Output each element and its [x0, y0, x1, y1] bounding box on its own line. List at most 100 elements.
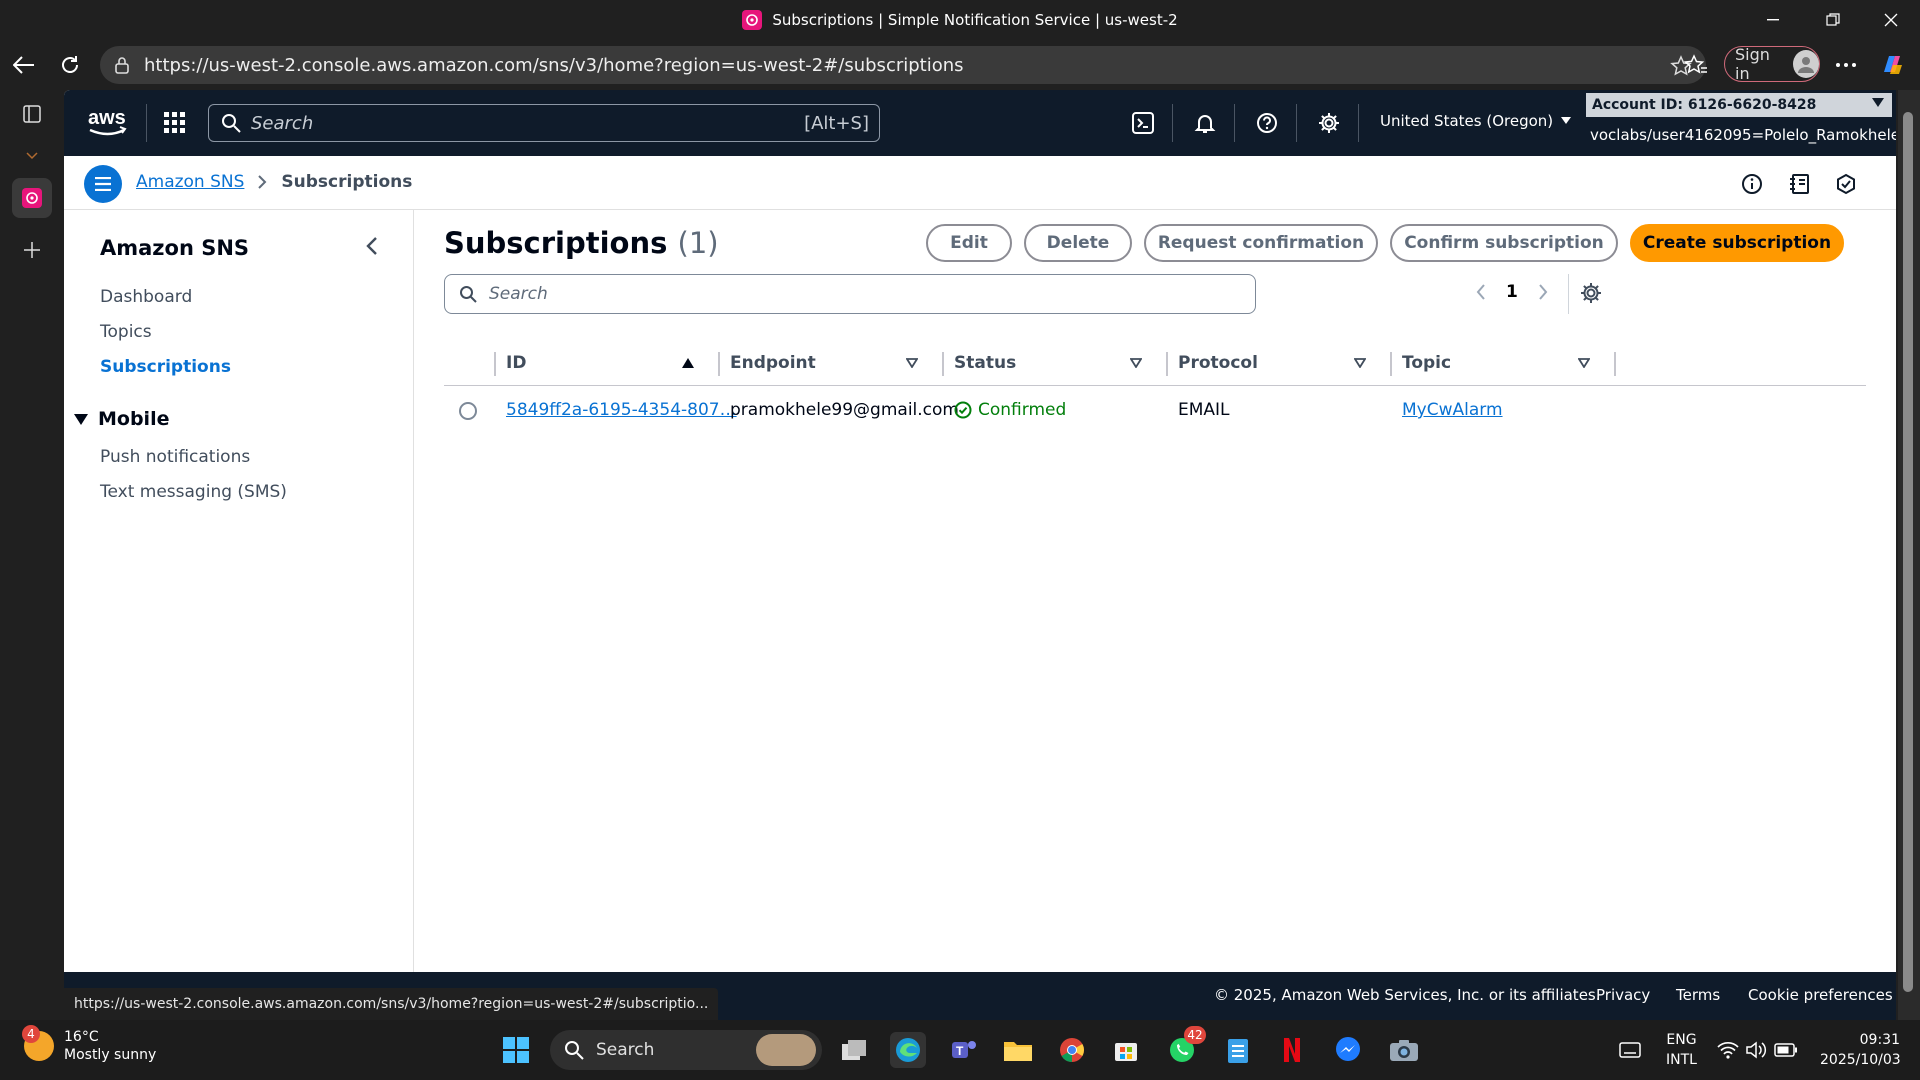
weather-widget[interactable]: 4 16°C Mostly sunny: [22, 1025, 156, 1064]
netflix-icon[interactable]: [1274, 1032, 1310, 1068]
chevron-right-icon: [258, 175, 267, 189]
close-window-button[interactable]: [1862, 0, 1920, 40]
file-explorer-icon[interactable]: [1000, 1032, 1036, 1068]
notepad-icon[interactable]: [1220, 1032, 1256, 1068]
sign-in-label: Sign in: [1735, 45, 1770, 83]
sidenav-section-mobile[interactable]: Mobile: [74, 408, 169, 430]
address-bar[interactable]: https://us-west-2.console.aws.amazon.com…: [100, 46, 1706, 84]
scrollbar-thumb[interactable]: [1903, 112, 1913, 992]
footer-link-cookie-preferences[interactable]: Cookie preferences: [1748, 986, 1893, 1004]
teams-icon[interactable]: T: [946, 1032, 982, 1068]
header-divider: [1358, 104, 1359, 142]
sidenav-item-dashboard[interactable]: Dashboard: [100, 287, 192, 307]
current-page-number[interactable]: 1: [1506, 282, 1518, 302]
minimize-button[interactable]: [1744, 0, 1802, 40]
topic-link[interactable]: MyCwAlarm: [1402, 386, 1503, 434]
microsoft-store-icon[interactable]: [1108, 1032, 1144, 1068]
region-selector[interactable]: United States (Oregon): [1380, 112, 1572, 130]
caret-down-icon: [1561, 117, 1572, 124]
camera-icon[interactable]: [1386, 1032, 1422, 1068]
chevron-down-icon[interactable]: [12, 136, 52, 176]
cloudshell-icon[interactable]: [1128, 108, 1158, 138]
account-menu[interactable]: Account ID: 6126-6620-8428: [1586, 93, 1892, 117]
feedback-icon[interactable]: [1832, 170, 1860, 198]
edit-button[interactable]: Edit: [926, 224, 1012, 262]
sign-in-button[interactable]: Sign in: [1724, 45, 1820, 83]
edge-browser-icon[interactable]: [890, 1032, 926, 1068]
sort-caret-down-icon[interactable]: [1578, 358, 1590, 368]
aws-search-input[interactable]: Search [Alt+S]: [208, 104, 880, 142]
row-select-radio[interactable]: [459, 402, 477, 420]
column-header-topic[interactable]: Topic: [1402, 340, 1451, 386]
notifications-bell-icon[interactable]: [1190, 108, 1220, 138]
request-confirmation-button[interactable]: Request confirmation: [1144, 224, 1378, 262]
sidenav-title[interactable]: Amazon SNS: [100, 236, 249, 260]
subscription-id-link[interactable]: 5849ff2a-6195-4354-807…: [506, 386, 737, 434]
settings-gear-icon[interactable]: [1314, 108, 1344, 138]
page-scrollbar[interactable]: [1898, 90, 1920, 1020]
collapse-nav-chevron-left-icon[interactable]: [366, 236, 378, 256]
column-header-protocol[interactable]: Protocol: [1178, 340, 1258, 386]
tab-actions-icon[interactable]: [12, 94, 52, 134]
window-title-area: Subscriptions | Simple Notification Serv…: [0, 0, 1920, 40]
table-preferences-gear-icon[interactable]: [1580, 282, 1602, 304]
search-icon: [222, 114, 241, 133]
task-view-icon[interactable]: [836, 1032, 872, 1068]
sort-caret-down-icon[interactable]: [1354, 358, 1366, 368]
status-text: Confirmed: [978, 400, 1067, 420]
whatsapp-icon[interactable]: 42: [1164, 1026, 1206, 1068]
taskbar-search-label: Search: [596, 1040, 655, 1060]
back-button[interactable]: [4, 45, 44, 85]
more-options-icon[interactable]: [1826, 45, 1866, 85]
active-tab-sns[interactable]: [12, 178, 52, 218]
copilot-icon[interactable]: [1872, 45, 1912, 85]
confirm-subscription-button[interactable]: Confirm subscription: [1390, 224, 1618, 262]
url-text[interactable]: https://us-west-2.console.aws.amazon.com…: [144, 55, 964, 76]
sidenav-item-text-messaging[interactable]: Text messaging (SMS): [100, 482, 287, 502]
column-header-endpoint[interactable]: Endpoint: [730, 340, 816, 386]
next-page-chevron-icon[interactable]: [1538, 284, 1548, 300]
restore-button[interactable]: [1804, 0, 1862, 40]
sidenav-item-subscriptions[interactable]: Subscriptions: [100, 357, 231, 377]
aws-logo-icon[interactable]: aws: [84, 104, 132, 140]
sort-caret-down-icon[interactable]: [1130, 358, 1142, 368]
search-shortcut-hint: [Alt+S]: [804, 112, 869, 134]
taskbar-search-box[interactable]: Search: [550, 1030, 822, 1070]
svg-text:aws: aws: [88, 107, 126, 129]
column-header-id[interactable]: ID: [506, 340, 526, 386]
services-grid-icon[interactable]: [164, 112, 186, 134]
create-subscription-button[interactable]: Create subscription: [1630, 224, 1844, 262]
help-icon[interactable]: [1252, 108, 1282, 138]
nav-menu-button[interactable]: [84, 165, 122, 203]
footer-link-terms[interactable]: Terms: [1676, 986, 1720, 1004]
new-tab-plus-icon[interactable]: [12, 230, 52, 270]
breadcrumb-amazon-sns[interactable]: Amazon SNS: [136, 172, 244, 192]
info-icon[interactable]: [1738, 170, 1766, 198]
sort-ascending-icon[interactable]: [682, 358, 694, 368]
previous-page-chevron-icon[interactable]: [1476, 284, 1486, 300]
footer-link-privacy[interactable]: Privacy: [1596, 986, 1650, 1004]
page-title-text: Subscriptions: [444, 226, 668, 260]
notes-panel-icon[interactable]: [1786, 170, 1814, 198]
column-divider: [494, 352, 496, 376]
header-divider: [146, 104, 147, 142]
sidenav-item-topics[interactable]: Topics: [100, 322, 152, 342]
messenger-icon[interactable]: [1330, 1032, 1366, 1068]
onscreen-keyboard-icon[interactable]: [1612, 1032, 1648, 1068]
table-search-input[interactable]: Search: [444, 274, 1256, 314]
battery-icon[interactable]: [1768, 1032, 1804, 1068]
browser-vertical-tabs: [0, 90, 64, 1020]
sort-caret-down-icon[interactable]: [906, 358, 918, 368]
user-identity[interactable]: voclabs/user4162095=Polelo_Ramokhele: [1590, 126, 1896, 144]
chrome-icon[interactable]: [1054, 1032, 1090, 1068]
refresh-button[interactable]: [50, 45, 90, 85]
favorites-icon[interactable]: [1676, 45, 1716, 85]
column-header-status[interactable]: Status: [954, 340, 1016, 386]
language-indicator[interactable]: ENG INTL: [1666, 1030, 1697, 1070]
breadcrumb-current: Subscriptions: [281, 172, 413, 192]
delete-button[interactable]: Delete: [1024, 224, 1132, 262]
system-clock[interactable]: 09:31 2025/10/03: [1820, 1030, 1901, 1070]
windows-start-icon[interactable]: [498, 1032, 534, 1068]
subscription-count: (1): [677, 226, 719, 260]
sidenav-item-push-notifications[interactable]: Push notifications: [100, 447, 250, 467]
